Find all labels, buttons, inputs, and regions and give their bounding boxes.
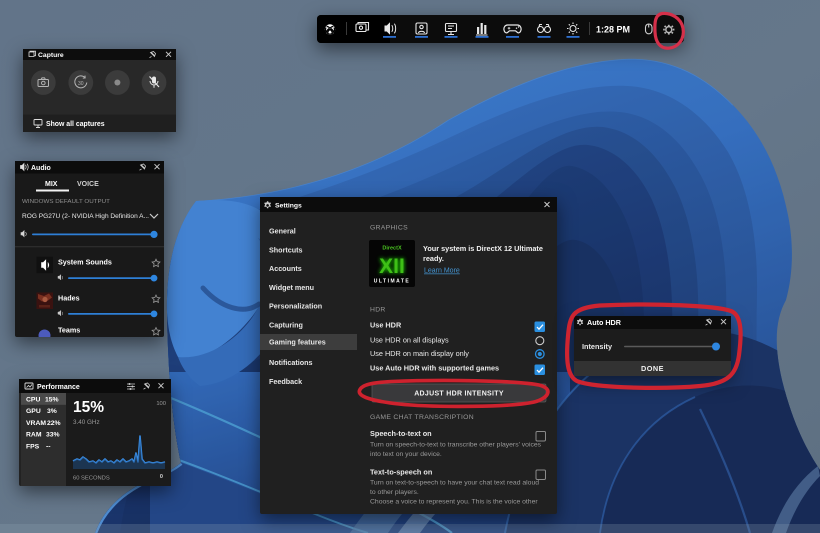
- svg-text:FPS: FPS: [26, 444, 40, 451]
- svg-text:Intensity: Intensity: [582, 342, 613, 351]
- svg-text:Personalization: Personalization: [269, 302, 322, 311]
- svg-text:60 SECONDS: 60 SECONDS: [73, 476, 110, 482]
- svg-text:Capture: Capture: [38, 52, 64, 59]
- svg-text:Learn More: Learn More: [424, 268, 460, 275]
- svg-text:XII: XII: [379, 255, 405, 278]
- svg-text:100: 100: [156, 401, 166, 407]
- svg-text:Audio: Audio: [31, 165, 51, 172]
- svg-text:Shortcuts: Shortcuts: [269, 245, 303, 254]
- svg-text:Speech-to-text on: Speech-to-text on: [370, 429, 432, 438]
- svg-text:GRAPHICS: GRAPHICS: [370, 225, 408, 232]
- svg-text:ADJUST HDR INTENSITY: ADJUST HDR INTENSITY: [414, 391, 504, 398]
- svg-text:MIX: MIX: [45, 181, 58, 188]
- svg-text:GAME CHAT TRANSCRIPTION: GAME CHAT TRANSCRIPTION: [370, 414, 474, 421]
- svg-text:GPU: GPU: [26, 408, 41, 415]
- svg-text:CPU: CPU: [26, 396, 40, 403]
- svg-text:Show all captures: Show all captures: [46, 121, 105, 128]
- svg-text:Teams: Teams: [58, 326, 80, 335]
- svg-text:ROG PG27U (2- NVIDIA High Defi: ROG PG27U (2- NVIDIA High Definition A..…: [22, 213, 149, 220]
- svg-text:Choose a voice to represent yo: Choose a voice to represent you. This is…: [370, 499, 538, 506]
- svg-text:Use Auto HDR with supported ga: Use Auto HDR with supported games: [370, 364, 499, 373]
- svg-text:Turn on text-to-speech to have: Turn on text-to-speech to have your chat…: [370, 480, 539, 487]
- svg-text:Widget menu: Widget menu: [269, 283, 314, 292]
- svg-text:RAM: RAM: [26, 432, 42, 439]
- svg-text:1:28 PM: 1:28 PM: [596, 24, 630, 34]
- svg-text:15%: 15%: [73, 399, 104, 416]
- svg-text:Text-to-speech on: Text-to-speech on: [370, 468, 432, 477]
- svg-text:ULTIMATE: ULTIMATE: [374, 279, 411, 285]
- svg-text:33%: 33%: [46, 432, 60, 439]
- svg-text:VRAM: VRAM: [26, 420, 46, 427]
- svg-text:Feedback: Feedback: [269, 377, 302, 386]
- svg-text:Use HDR on main display only: Use HDR on main display only: [370, 349, 469, 358]
- svg-text:DONE: DONE: [641, 364, 664, 373]
- svg-text:Notifications: Notifications: [269, 358, 313, 367]
- svg-text:Auto HDR: Auto HDR: [587, 318, 622, 327]
- svg-text:30: 30: [78, 81, 84, 87]
- svg-text:VOICE: VOICE: [77, 181, 99, 188]
- svg-text:DirectX: DirectX: [382, 246, 402, 252]
- svg-text:Hades: Hades: [58, 293, 80, 302]
- svg-text:HDR: HDR: [370, 307, 386, 314]
- svg-text:--: --: [46, 444, 51, 451]
- svg-text:ready.: ready.: [423, 254, 444, 263]
- svg-text:to other players.: to other players.: [370, 489, 419, 496]
- svg-text:Performance: Performance: [37, 384, 80, 391]
- svg-text:Gaming features: Gaming features: [269, 338, 326, 347]
- svg-text:WINDOWS DEFAULT OUTPUT: WINDOWS DEFAULT OUTPUT: [22, 199, 110, 205]
- svg-text:Your system is DirectX 12 Ulti: Your system is DirectX 12 Ultimate: [423, 244, 543, 253]
- svg-text:into text on your device.: into text on your device.: [370, 451, 442, 458]
- svg-text:Settings: Settings: [275, 202, 302, 209]
- svg-text:3%: 3%: [47, 408, 57, 415]
- svg-text:Use HDR on all displays: Use HDR on all displays: [370, 336, 449, 345]
- svg-text:3.40 GHz: 3.40 GHz: [73, 419, 100, 426]
- svg-text:System Sounds: System Sounds: [58, 258, 112, 267]
- svg-text:Accounts: Accounts: [269, 264, 302, 273]
- svg-text:Capturing: Capturing: [269, 321, 303, 330]
- svg-text:22%: 22%: [47, 420, 61, 427]
- svg-text:Turn on speech-to-text to tran: Turn on speech-to-text to transcribe oth…: [370, 442, 542, 449]
- svg-text:0: 0: [160, 474, 163, 480]
- svg-text:Use HDR: Use HDR: [370, 321, 402, 330]
- svg-text:General: General: [269, 227, 296, 236]
- svg-text:15%: 15%: [45, 396, 59, 403]
